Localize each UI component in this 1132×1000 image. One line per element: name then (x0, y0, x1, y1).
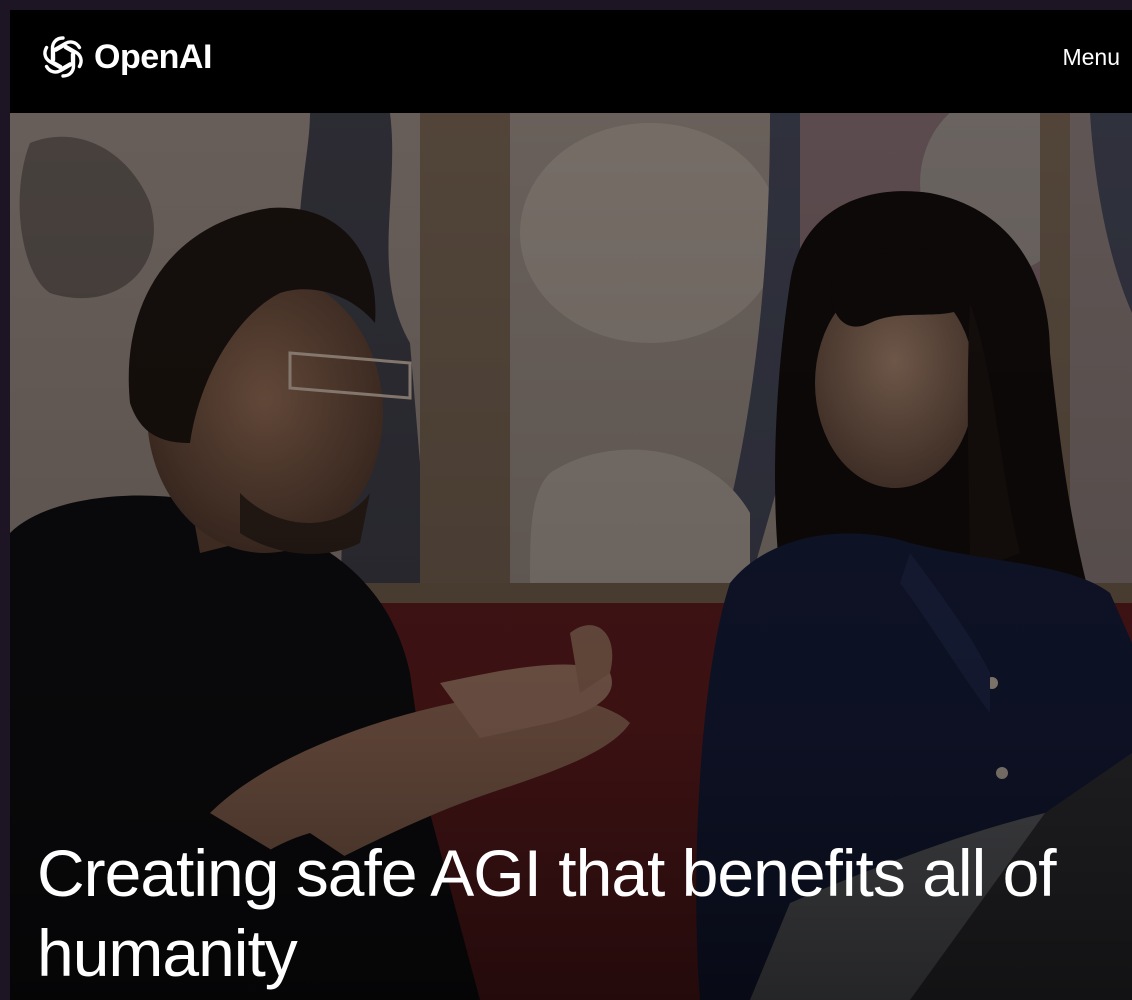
hero-section: Creating safe AGI that benefits all of h… (10, 113, 1132, 1000)
openai-home-link[interactable]: OpenAI (38, 32, 212, 82)
openai-logo-icon (39, 36, 87, 78)
menu-button[interactable]: Menu (1062, 44, 1120, 71)
brand-name: OpenAI (94, 37, 212, 76)
hero-headline: Creating safe AGI that benefits all of h… (37, 836, 1057, 990)
top-navigation: OpenAI Menu (10, 10, 1132, 113)
page-frame: OpenAI Menu Creating safe AGI that benef… (10, 10, 1132, 1000)
